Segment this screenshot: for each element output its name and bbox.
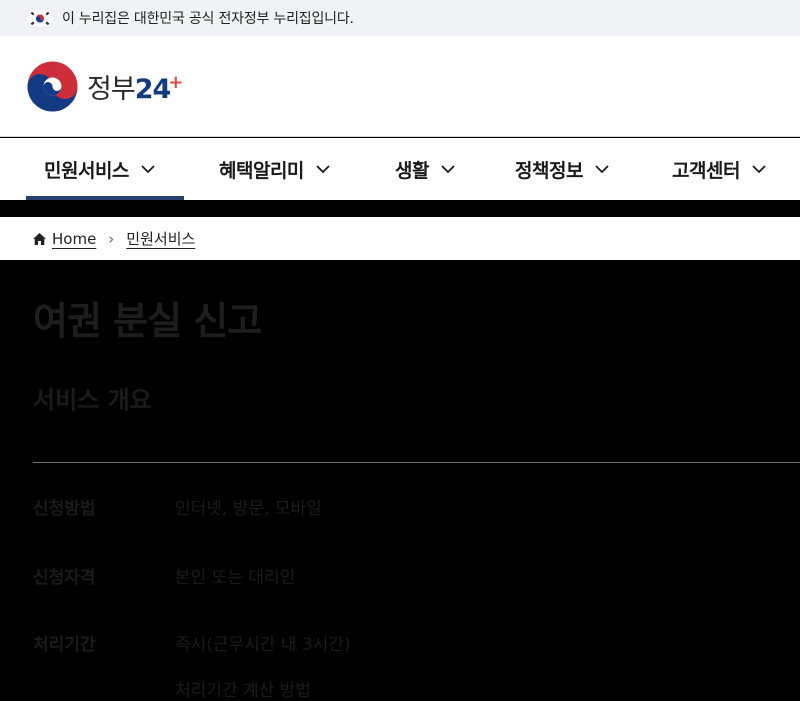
chevron-down-icon bbox=[752, 164, 766, 173]
korean-flag-icon bbox=[28, 9, 52, 27]
info-row-value: 인터넷, 방문, 모바일 bbox=[175, 499, 322, 519]
nav-item-customer-center[interactable]: 고객센터 bbox=[672, 138, 766, 200]
breadcrumb-current-link[interactable]: 민원서비스 bbox=[126, 228, 195, 249]
info-row-label: 처리기간 bbox=[33, 635, 96, 655]
page-title: 여권 분실 신고 bbox=[33, 299, 262, 343]
processing-time-calc-link[interactable]: 처리기간 계산 방법 bbox=[175, 676, 311, 701]
nav-item-label: 정책정보 bbox=[515, 159, 583, 182]
logo-text-number: 24 bbox=[134, 73, 172, 105]
info-row-value: 즉시(근무시간 내 3시간) bbox=[175, 635, 351, 655]
breadcrumb: Home › 민원서비스 bbox=[0, 217, 800, 260]
info-row-label: 신청방법 bbox=[33, 499, 96, 519]
nav-item-label: 민원서비스 bbox=[44, 159, 129, 182]
chevron-down-icon bbox=[595, 164, 609, 173]
nav-item-label: 혜택알리미 bbox=[219, 159, 304, 182]
gov-banner-text: 이 누리집은 대한민국 공식 전자정부 누리집입니다. bbox=[62, 11, 354, 27]
nav-item-benefits[interactable]: 혜택알리미 bbox=[219, 138, 330, 200]
chevron-down-icon bbox=[441, 164, 455, 173]
nav-item-civil-services[interactable]: 민원서비스 bbox=[26, 138, 184, 200]
logo-plus-mark: + bbox=[168, 71, 184, 93]
chevron-down-icon bbox=[316, 164, 330, 173]
nav-item-label: 생활 bbox=[395, 159, 429, 182]
site-logo[interactable]: 정부 24 + bbox=[87, 67, 183, 106]
dim-overlay-strip bbox=[0, 200, 800, 217]
chevron-down-icon bbox=[141, 164, 155, 173]
government-emblem-icon[interactable] bbox=[26, 60, 79, 113]
home-icon bbox=[33, 232, 46, 245]
nav-item-life[interactable]: 생활 bbox=[395, 138, 455, 200]
section-divider bbox=[33, 462, 800, 463]
section-title: 서비스 개요 bbox=[33, 386, 152, 414]
nav-item-policy[interactable]: 정책정보 bbox=[515, 138, 609, 200]
logo-text-ko: 정부 bbox=[87, 73, 136, 105]
gov-official-banner: 이 누리집은 대한민국 공식 전자정부 누리집입니다. bbox=[0, 0, 800, 36]
breadcrumb-separator-icon: › bbox=[108, 229, 115, 248]
breadcrumb-home-link[interactable]: Home bbox=[52, 230, 96, 248]
nav-item-label: 고객센터 bbox=[672, 159, 740, 182]
info-row-label: 신청자격 bbox=[33, 568, 96, 588]
info-row-value: 본인 또는 대리인 bbox=[175, 568, 296, 588]
main-navigation: 민원서비스 혜택알리미 생활 정책정보 고객센터 bbox=[0, 138, 800, 200]
site-header: 정부 24 + bbox=[0, 36, 800, 137]
